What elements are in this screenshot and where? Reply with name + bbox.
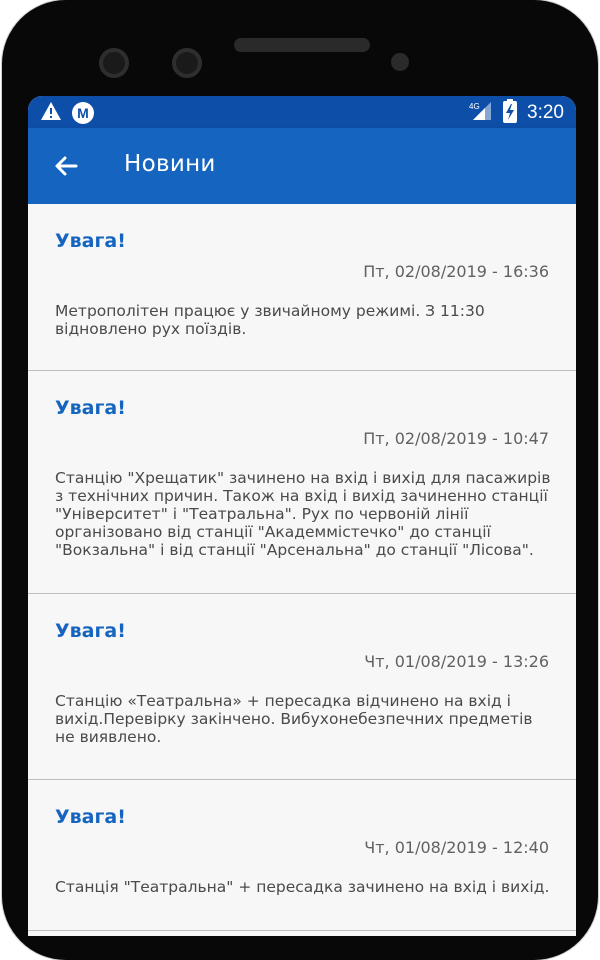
news-date: Пт, 02/08/2019 - 16:36 (363, 262, 549, 281)
news-title: Увага! (55, 806, 126, 828)
news-title: Увага! (55, 620, 126, 642)
warning-icon (40, 101, 62, 125)
app-bar: Новини (28, 128, 576, 204)
news-item[interactable]: Увага! Чт, 01/08/2019 - 13:26 Станцію «Т… (28, 594, 576, 780)
back-button[interactable] (50, 150, 82, 182)
front-sensor (172, 48, 202, 78)
app-screen: M 4G 3:20 Новини Увага! Пт, 02/08/2019 -… (28, 96, 576, 936)
news-item[interactable]: Увага! Чт, 01/08/2019 - 12:40 Станція "Т… (28, 780, 576, 931)
metro-logo-icon: M (72, 102, 94, 124)
status-bar: M 4G 3:20 (28, 96, 576, 128)
signal-icon: 4G (469, 100, 493, 126)
news-item[interactable]: Увага! Пт, 02/08/2019 - 16:36 Метрополіт… (28, 204, 576, 371)
phone-speaker (234, 38, 370, 52)
news-title: Увага! (55, 397, 126, 419)
news-item[interactable]: Увага! Пт, 02/08/2019 - 10:47 Станцію "Х… (28, 371, 576, 594)
page-title: Новини (124, 151, 216, 177)
news-date: Чт, 01/08/2019 - 12:40 (364, 838, 549, 857)
news-list[interactable]: Увага! Пт, 02/08/2019 - 16:36 Метрополіт… (28, 204, 576, 931)
news-date: Чт, 01/08/2019 - 13:26 (364, 652, 549, 671)
network-label: 4G (469, 102, 480, 111)
news-text: Станцію "Хрещатик" зачинено на вхід і ви… (55, 469, 551, 559)
clock: 3:20 (527, 102, 564, 123)
proximity-sensor (391, 53, 409, 71)
news-title: Увага! (55, 230, 126, 252)
phone-frame: M 4G 3:20 Новини Увага! Пт, 02/08/2019 -… (2, 0, 598, 960)
news-text: Станцію «Театральна» + пересадка відчине… (55, 692, 533, 746)
news-text: Станція "Театральна" + пересадка зачинен… (55, 878, 550, 896)
news-text: Метрополітен працює у звичайному режимі.… (55, 302, 485, 338)
arrow-left-icon (50, 156, 82, 186)
front-camera (99, 48, 129, 78)
news-date: Пт, 02/08/2019 - 10:47 (363, 429, 549, 448)
battery-charging-icon (503, 99, 518, 127)
